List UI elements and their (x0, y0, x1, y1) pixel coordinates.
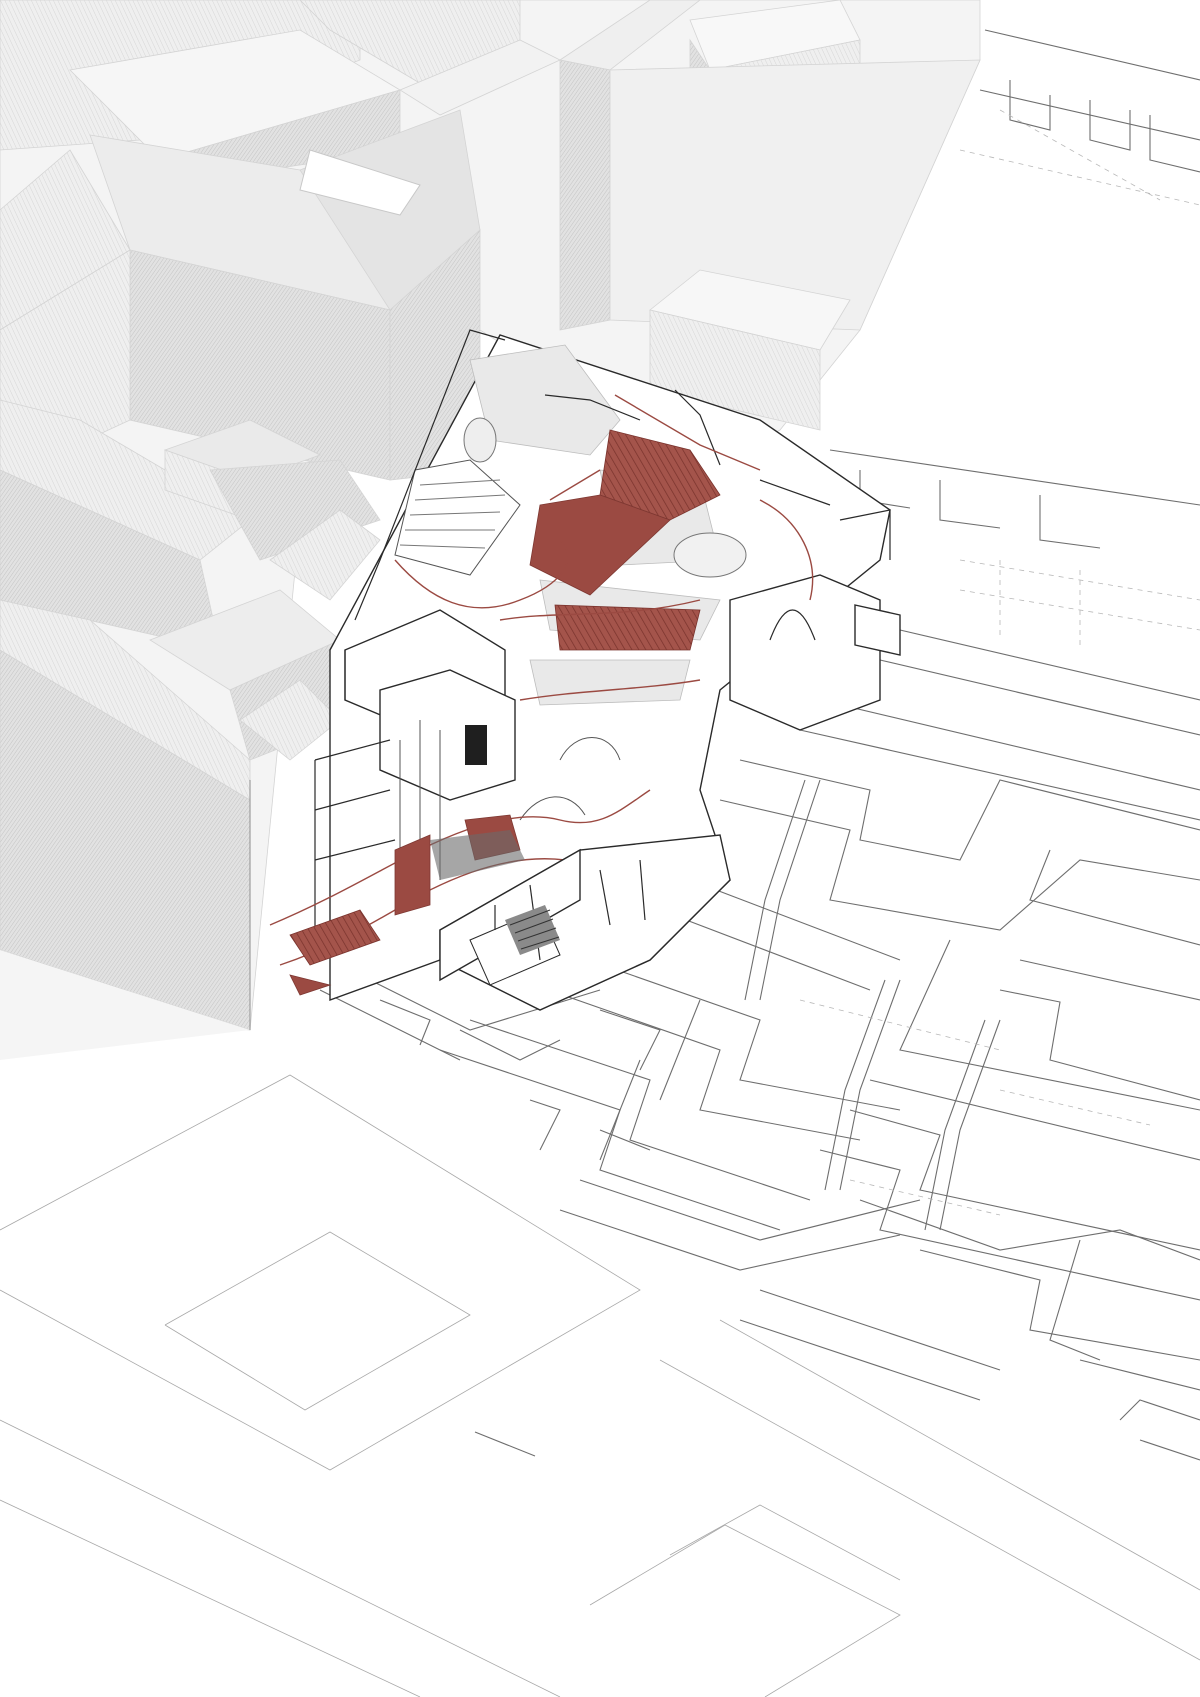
dome (673, 532, 747, 578)
axonometric-drawing (0, 0, 1200, 1697)
window-opening (465, 725, 487, 765)
